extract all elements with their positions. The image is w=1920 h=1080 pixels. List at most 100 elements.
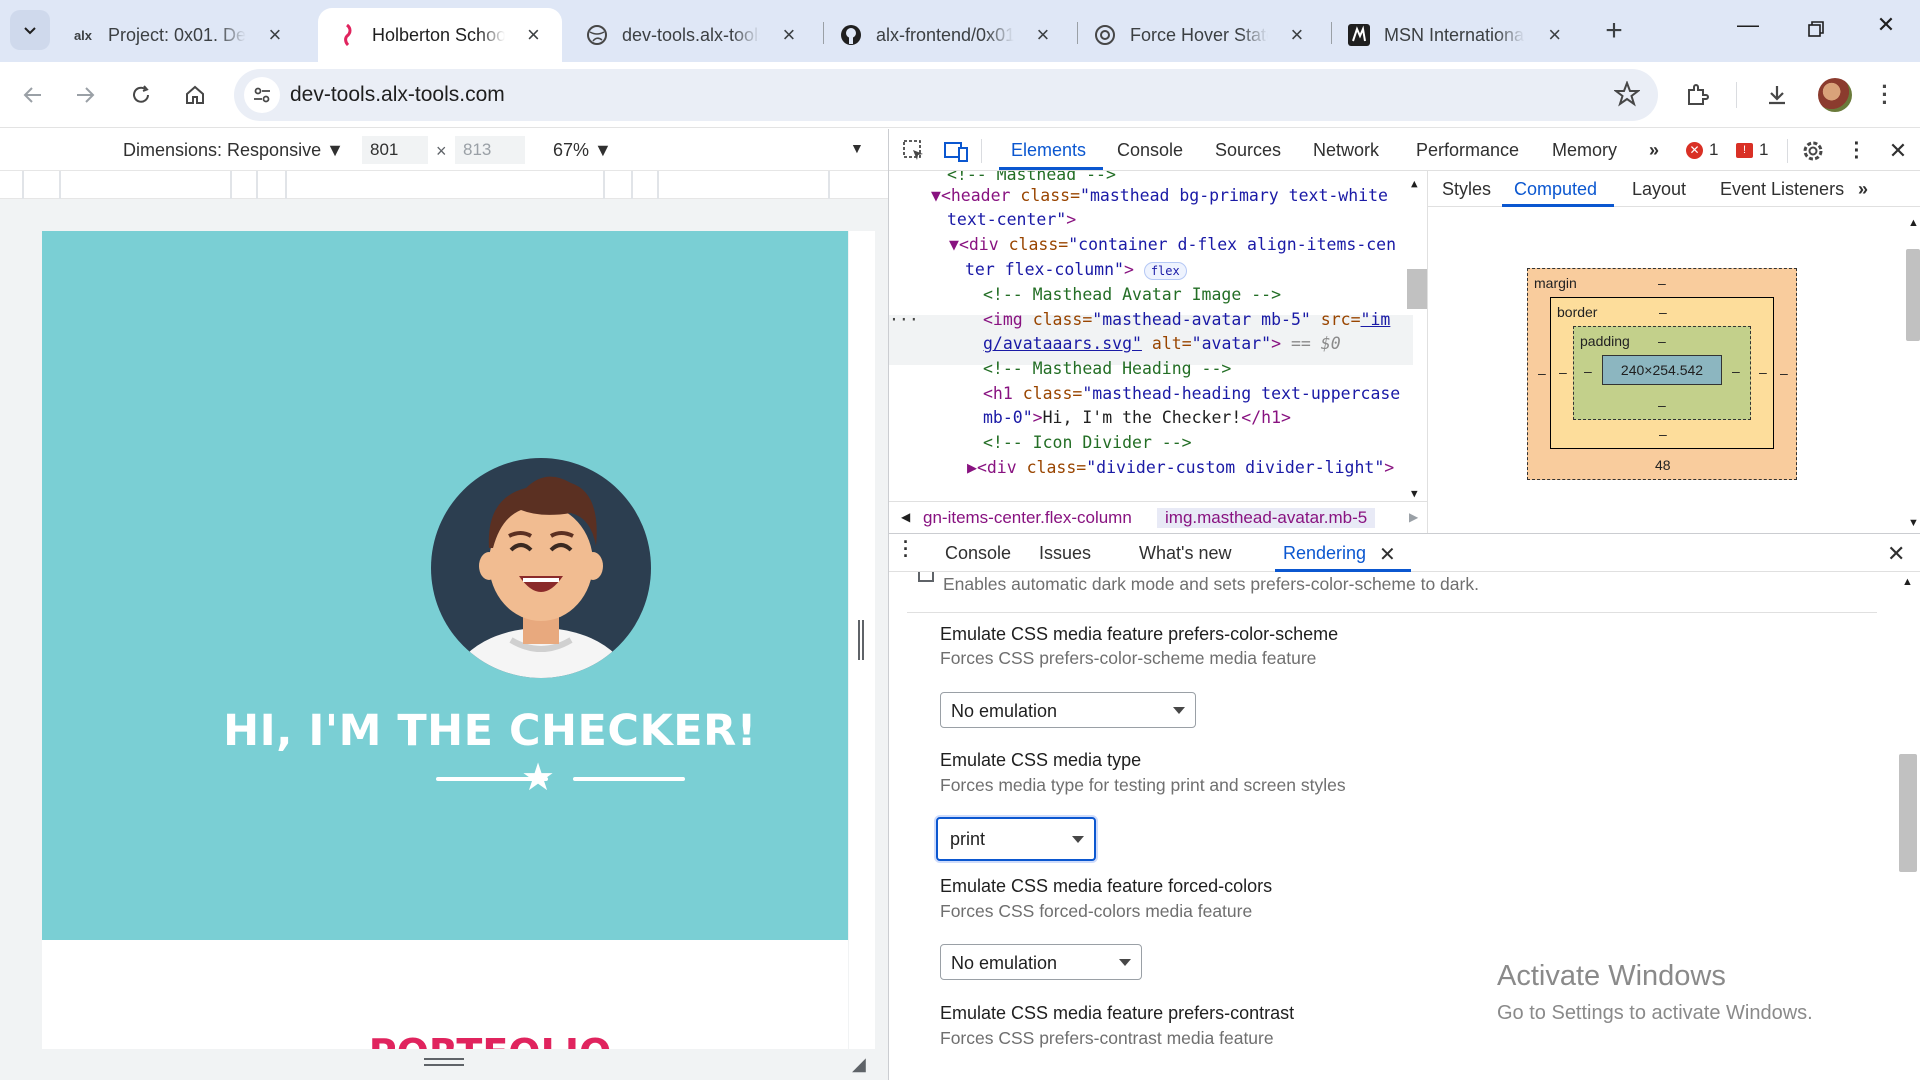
close-icon[interactable]: × (1286, 22, 1308, 48)
scroll-up-icon[interactable]: ▲ (1908, 217, 1919, 229)
devtools-drawer: · · · Console Issues What's new Rendering … (889, 533, 1920, 1080)
scroll-down-icon[interactable]: ▼ (1411, 487, 1418, 500)
elements-scroll-thumb[interactable] (1407, 269, 1427, 309)
close-icon[interactable]: × (264, 22, 286, 48)
media-query-ruler[interactable] (0, 171, 888, 199)
drawer-tab-issues[interactable]: Issues (1039, 543, 1091, 564)
close-icon[interactable]: × (1543, 22, 1566, 48)
crumb-scroll-left-icon[interactable]: ◀ (901, 510, 910, 524)
new-tab-button[interactable]: + (1596, 14, 1632, 50)
breadcrumb-item-selected[interactable]: img.masthead-avatar.mb-5 (1157, 508, 1376, 528)
close-devtools-icon[interactable]: ✕ (1885, 138, 1911, 164)
reload-button[interactable] (122, 76, 160, 114)
tree-line[interactable]: mb-0">Hi, I'm the Checker!</h1> (983, 408, 1291, 427)
scroll-up-icon[interactable]: ▲ (1902, 576, 1913, 588)
more-tabs-icon[interactable]: » (1649, 140, 1659, 161)
drawer-tab-console[interactable]: Console (945, 543, 1011, 564)
box-model-content[interactable]: 240×254.542 (1602, 355, 1722, 385)
drawer-menu-icon[interactable]: · · · (903, 533, 909, 565)
tree-line[interactable]: ter flex-column"> flex (965, 260, 1187, 280)
width-input[interactable]: 801 (362, 136, 428, 164)
error-badge[interactable]: ✕ 1 (1686, 140, 1718, 160)
home-button[interactable] (176, 76, 214, 114)
close-drawer-icon[interactable]: ✕ (1887, 541, 1905, 567)
tree-line[interactable]: text-center"> (947, 210, 1076, 229)
height-input[interactable]: 813 (455, 136, 525, 164)
tab-event-listeners[interactable]: Event Listeners (1720, 179, 1844, 200)
tab-msn[interactable]: MSN International × (1330, 8, 1584, 62)
close-icon[interactable]: × (1032, 22, 1054, 48)
tab-console[interactable]: Console (1117, 140, 1183, 161)
tab-elements[interactable]: Elements (1011, 140, 1086, 161)
downloads-button[interactable] (1758, 76, 1796, 114)
resize-handle-bottom-icon[interactable] (424, 1058, 464, 1066)
site-info-button[interactable] (244, 77, 280, 113)
tab-project[interactable]: alx Project: 0x01. Deve × (54, 8, 304, 62)
tab-dev-tools[interactable]: dev-tools.alx-tools × (568, 8, 818, 62)
inspect-element-icon[interactable] (901, 138, 927, 164)
tab-styles[interactable]: Styles (1442, 179, 1491, 200)
flex-badge[interactable]: flex (1143, 261, 1187, 280)
drawer-tab-rendering[interactable]: Rendering (1283, 543, 1366, 564)
scroll-down-icon[interactable]: ▼ (1908, 517, 1919, 529)
minimize-button[interactable]: — (1728, 12, 1768, 48)
tree-line[interactable]: <!-- Masthead Heading --> (983, 359, 1231, 378)
drawer-tab-whats-new[interactable]: What's new (1139, 543, 1231, 564)
more-tabs-icon[interactable]: » (1858, 179, 1868, 200)
tree-line-selected[interactable]: g/avataaars.svg" alt="avatar"> == $0 (983, 334, 1341, 353)
tree-line[interactable]: <!-- Masthead --> (947, 171, 1116, 184)
tab-search-button[interactable] (10, 10, 50, 50)
close-icon[interactable]: × (778, 22, 800, 48)
breadcrumb-item[interactable]: gn-items-center.flex-column (923, 508, 1132, 528)
close-tab-icon[interactable]: ✕ (1379, 542, 1396, 567)
address-bar[interactable]: dev-tools.alx-tools.com (234, 69, 1658, 121)
settings-gear-icon[interactable] (1800, 138, 1826, 164)
tab-memory[interactable]: Memory (1552, 140, 1617, 161)
box-model-margin[interactable]: margin – – – 48 border – – – – padding –… (1527, 268, 1797, 480)
tab-github[interactable]: alx-frontend/0x01- × (822, 8, 1072, 62)
tree-line[interactable]: ▼<div class="container d-flex align-item… (949, 235, 1396, 254)
tab-force-hover[interactable]: Force Hover State × (1076, 8, 1326, 62)
device-toggle-icon[interactable] (943, 138, 969, 164)
tree-line[interactable]: ▶<div class="divider-custom divider-ligh… (967, 458, 1394, 477)
crumb-scroll-right-icon[interactable]: ▶ (1409, 510, 1418, 524)
scroll-up-icon[interactable]: ▲ (1411, 177, 1418, 190)
tree-line[interactable]: <!-- Icon Divider --> (983, 433, 1192, 452)
dimensions-dropdown[interactable]: Dimensions: Responsive ▼ (123, 140, 344, 161)
close-window-button[interactable]: ✕ (1866, 12, 1906, 48)
tab-performance[interactable]: Performance (1416, 140, 1519, 161)
checkbox[interactable] (918, 572, 934, 582)
tree-line[interactable]: <h1 class="masthead-heading text-upperca… (983, 384, 1400, 403)
tree-line[interactable]: ▼<header class="masthead bg-primary text… (931, 186, 1388, 205)
tab-sources[interactable]: Sources (1215, 140, 1281, 161)
more-options-icon[interactable]: ··· (889, 310, 919, 329)
profile-avatar[interactable] (1818, 78, 1852, 112)
sidebar-scroll-thumb[interactable] (1906, 249, 1920, 341)
devtools-menu-icon[interactable]: · · · (1844, 134, 1870, 168)
box-model-border[interactable]: border – – – – padding – – – – 240×254.5… (1550, 297, 1774, 449)
back-button[interactable] (14, 76, 52, 114)
close-icon[interactable]: × (523, 22, 544, 48)
resize-corner-icon[interactable]: ◢ (852, 1054, 866, 1075)
forward-button[interactable] (66, 76, 104, 114)
prefers-color-scheme-select[interactable]: No emulation (940, 692, 1196, 728)
tab-computed[interactable]: Computed (1514, 179, 1597, 200)
device-options-caret-icon[interactable]: ▼ (850, 140, 864, 156)
tree-line-selected[interactable]: <img class="masthead-avatar mb-5" src="i… (983, 310, 1390, 329)
tab-network[interactable]: Network (1313, 140, 1379, 161)
zoom-dropdown[interactable]: 67% ▼ (553, 140, 612, 161)
media-type-select[interactable]: print (936, 817, 1096, 861)
rendering-scroll-thumb[interactable] (1899, 754, 1917, 872)
tree-line[interactable]: <!-- Masthead Avatar Image --> (983, 285, 1281, 304)
resize-handle-icon[interactable] (858, 620, 864, 660)
forced-colors-select[interactable]: No emulation (940, 944, 1142, 980)
browser-menu-button[interactable]: · · · (1866, 76, 1904, 114)
issues-badge[interactable]: ! 1 (1736, 140, 1768, 160)
restore-button[interactable] (1796, 12, 1836, 48)
tab-holberton[interactable]: Holberton School × (318, 8, 562, 62)
elements-scrollbar[interactable]: ▲ ▼ (1407, 177, 1427, 501)
extensions-button[interactable] (1678, 76, 1716, 114)
tab-layout[interactable]: Layout (1632, 179, 1686, 200)
bookmark-star-icon[interactable] (1613, 80, 1641, 112)
box-model-padding[interactable]: padding – – – – 240×254.542 (1573, 326, 1751, 420)
